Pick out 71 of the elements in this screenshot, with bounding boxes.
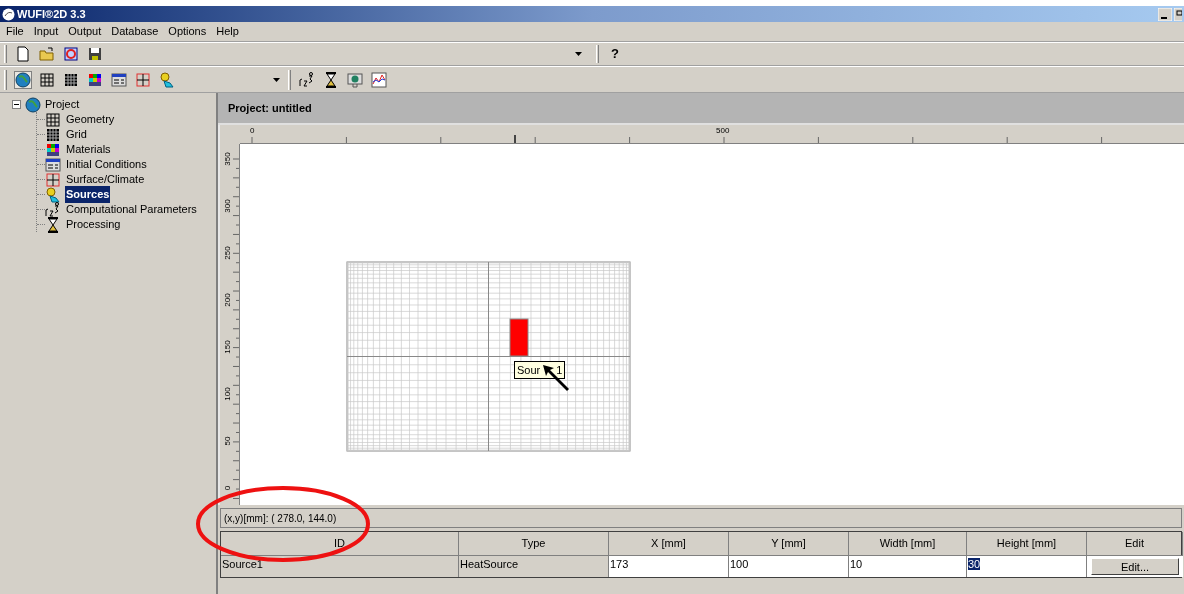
- page-icon[interactable]: [15, 46, 31, 62]
- ruler-label: 250: [224, 245, 232, 262]
- tree-item[interactable]: Sources: [65, 186, 111, 203]
- coordinate-readout: (x,y)[mm]: ( 278.0, 144.0): [224, 511, 337, 526]
- app-logo-icon: [2, 7, 15, 21]
- ruler-label: 0: [224, 484, 232, 493]
- ruler-label: 0: [250, 127, 255, 135]
- ruler-label: 50: [224, 435, 232, 448]
- ruler-label: 500: [716, 127, 730, 135]
- person-icon[interactable]: [45, 186, 61, 203]
- ruler-label: 100: [224, 386, 232, 403]
- dense-grid-icon[interactable]: [63, 71, 79, 88]
- grid-icon[interactable]: [45, 111, 61, 128]
- menu-item[interactable]: File: [6, 23, 24, 40]
- color-grid-icon[interactable]: [45, 141, 61, 158]
- numbers-icon[interactable]: [45, 201, 61, 218]
- window-title: WUFI®2D 3.3: [17, 6, 86, 22]
- menu-item[interactable]: Input: [33, 23, 59, 40]
- input-field[interactable]: 100: [729, 556, 849, 577]
- grid-icon[interactable]: [45, 171, 61, 188]
- ruler-label: 350: [224, 151, 232, 168]
- hourglass-icon[interactable]: [45, 216, 61, 233]
- tree-item[interactable]: Surface/Climate: [65, 171, 146, 188]
- person-icon[interactable]: [159, 71, 175, 88]
- chart-icon[interactable]: [371, 71, 387, 88]
- ruler-label: 150: [224, 339, 232, 356]
- save-icon[interactable]: [87, 46, 103, 62]
- tree-item[interactable]: Geometry: [65, 111, 116, 128]
- tree-item[interactable]: Computational Parameters: [65, 201, 198, 218]
- table-cell: Source1: [221, 556, 459, 577]
- list-window-icon[interactable]: [45, 156, 61, 173]
- dense-grid-icon[interactable]: [45, 126, 61, 143]
- project-title: Project: untitled: [228, 100, 312, 116]
- collapse-icon[interactable]: [12, 100, 21, 109]
- grid-icon[interactable]: [39, 71, 55, 88]
- heat-source-rect[interactable]: [509, 318, 529, 357]
- refresh-icon[interactable]: [63, 46, 79, 62]
- tree-item[interactable]: Grid: [65, 126, 88, 143]
- caret-icon[interactable]: [575, 52, 582, 56]
- input-field[interactable]: 10: [849, 556, 967, 577]
- tree-item[interactable]: Project: [45, 96, 80, 113]
- tree-item[interactable]: Materials: [65, 141, 112, 158]
- list-window-icon[interactable]: [111, 71, 127, 88]
- ruler-label: 200: [224, 292, 232, 309]
- tree-item[interactable]: Initial Conditions: [65, 156, 148, 173]
- column-header: ID: [221, 532, 459, 556]
- help-button[interactable]: ?: [611, 44, 619, 64]
- field-value: 30: [968, 558, 981, 570]
- caret-icon[interactable]: [273, 77, 280, 82]
- restore-icon[interactable]: [1174, 7, 1182, 21]
- hourglass-icon[interactable]: [323, 71, 339, 88]
- color-grid-icon[interactable]: [87, 71, 103, 88]
- minimize-icon[interactable]: [1158, 7, 1172, 21]
- menu-item[interactable]: Output: [68, 23, 102, 40]
- input-field[interactable]: 30: [967, 556, 1087, 577]
- monitor-icon[interactable]: [347, 71, 363, 88]
- grid-icon[interactable]: [135, 71, 151, 88]
- column-header: Type: [459, 532, 609, 556]
- tree-item[interactable]: Processing: [65, 216, 122, 233]
- globe-icon[interactable]: [25, 96, 41, 113]
- folder-icon[interactable]: [39, 46, 55, 62]
- menu-item[interactable]: Options: [168, 23, 207, 40]
- edit-button[interactable]: Edit...: [1091, 558, 1179, 575]
- menu-item[interactable]: Database: [111, 23, 159, 40]
- input-field[interactable]: 173: [609, 556, 729, 577]
- tooltip-text: 1: [556, 362, 563, 378]
- tooltip-text: Sour: [517, 362, 541, 378]
- ruler-label: 300: [224, 198, 232, 215]
- numbers-icon[interactable]: [299, 71, 315, 88]
- menu-item[interactable]: Help: [216, 23, 239, 40]
- globe-icon[interactable]: [15, 71, 31, 88]
